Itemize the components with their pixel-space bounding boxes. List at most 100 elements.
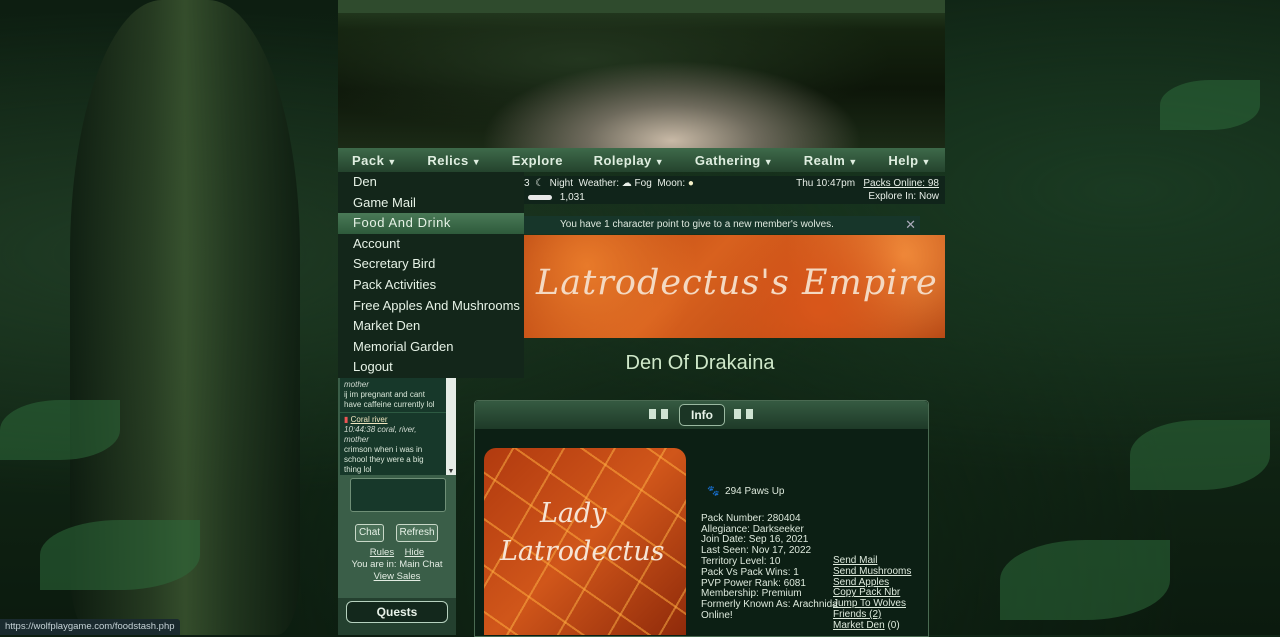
chat-location: You are in: Main Chat xyxy=(351,559,443,570)
action-link-send-mushrooms[interactable]: Send Mushrooms xyxy=(833,566,911,577)
tab-marker-icon xyxy=(734,409,741,419)
chat-message: ▮ Coral river 10:44:38 coral, river, mot… xyxy=(340,413,446,475)
chat-scroll-area[interactable]: mother ij im pregnant and cant have caff… xyxy=(340,378,456,475)
action-link-market-den[interactable]: Market Den xyxy=(833,620,885,631)
chat-input[interactable] xyxy=(350,478,446,512)
hide-link[interactable]: Hide xyxy=(405,547,425,558)
chat-messages: mother ij im pregnant and cant have caff… xyxy=(340,378,446,475)
weather-label: Weather: xyxy=(578,178,619,189)
action-link-jump-to-wolves[interactable]: Jump To Wolves xyxy=(833,598,906,609)
menu-item-secretary-bird[interactable]: Secretary Bird xyxy=(338,254,524,275)
action-link-friends-2[interactable]: Friends (2) xyxy=(833,609,881,620)
nav-item-explore[interactable]: Explore xyxy=(512,153,563,168)
action-link-copy-pack-nbr[interactable]: Copy Pack Nbr xyxy=(833,587,900,598)
chat-button[interactable]: Chat xyxy=(355,524,384,542)
menu-item-free-apples-and-mushrooms[interactable]: Free Apples And Mushrooms xyxy=(338,296,524,317)
time-of-day: Night xyxy=(549,178,574,189)
chat-scrollbar[interactable]: ▼ xyxy=(446,378,456,475)
view-sales-link[interactable]: View Sales xyxy=(374,571,421,582)
menu-item-pack-activities[interactable]: Pack Activities xyxy=(338,275,524,296)
stat-line: Pack Vs Pack Wins: 1 xyxy=(701,566,799,578)
paws-up: 🐾 294 Paws Up xyxy=(701,486,838,498)
main-nav: Pack ▼ Relics ▼ Explore Roleplay ▼ Gathering ▼ Re… xyxy=(338,148,945,172)
bones-count: 1,031 xyxy=(559,192,585,203)
chat-links: Rules Hide You are in: Main Chat View Sa… xyxy=(338,547,456,583)
menu-item-food-and-drink[interactable]: Food And Drink xyxy=(338,213,524,234)
scroll-down-icon[interactable]: ▼ xyxy=(446,468,456,475)
chat-message-text: ij im pregnant and cant have caffeine cu… xyxy=(344,390,435,409)
tab-marker-icon xyxy=(746,409,753,419)
nav-item-label: Realm xyxy=(803,152,846,168)
pack-action-links: Send Mail Send Mushrooms Send Apples Copy P… xyxy=(833,555,911,632)
portrait-text-line1: Lady xyxy=(540,498,607,529)
quests-button[interactable]: Quests xyxy=(346,601,448,623)
background-leaf xyxy=(1160,80,1260,130)
pack-dropdown-menu: Den Game Mail Food And Drink Account Secreta… xyxy=(338,172,524,378)
chevron-down-icon: ▼ xyxy=(848,156,858,167)
menu-item-logout[interactable]: Logout xyxy=(338,357,524,378)
nav-item-label: Help xyxy=(888,152,919,168)
paw-icon: 🐾 xyxy=(707,486,720,497)
close-icon[interactable]: ✕ xyxy=(905,216,916,234)
action-link-row: Market Den (0) xyxy=(833,619,911,632)
action-link-send-mail[interactable]: Send Mail xyxy=(833,555,877,566)
stat-line: Online! xyxy=(701,609,733,621)
nav-item-realm[interactable]: Realm ▼ xyxy=(804,153,858,168)
weather-value: Fog xyxy=(634,178,652,189)
status-prefix: 3 xyxy=(524,178,530,189)
menu-item-market-den[interactable]: Market Den xyxy=(338,316,524,337)
background-leaf xyxy=(1130,420,1270,490)
tab-info[interactable]: Info xyxy=(679,404,725,426)
chevron-down-icon: ▼ xyxy=(387,156,397,167)
clock: Thu 10:47pm xyxy=(796,178,856,189)
page-title: Den Of Drakaina xyxy=(625,352,775,374)
fog-icon: ☁ xyxy=(621,178,632,189)
action-link-count: (0) xyxy=(884,619,900,631)
packs-online-link[interactable]: Packs Online: 98 xyxy=(863,178,939,189)
nav-item-label: Explore xyxy=(511,152,563,168)
rules-link[interactable]: Rules xyxy=(370,547,394,558)
background-leaf xyxy=(1000,540,1170,620)
chevron-down-icon: ▼ xyxy=(471,156,482,167)
full-moon-icon: ● xyxy=(687,178,694,189)
menu-item-memorial-garden[interactable]: Memorial Garden xyxy=(338,337,524,358)
chevron-down-icon: ▼ xyxy=(763,156,774,167)
pack-stats: 🐾 294 Paws Up Pack Number: 280404 Allegia… xyxy=(701,486,838,622)
moon-crescent-icon: ☾ xyxy=(532,178,547,189)
refresh-button[interactable]: Refresh xyxy=(396,524,438,542)
nav-item-relics[interactable]: Relics ▼ xyxy=(427,153,481,168)
action-link-send-apples[interactable]: Send Apples xyxy=(833,577,889,588)
info-panel-header: Info xyxy=(475,401,928,429)
chevron-down-icon: ▼ xyxy=(921,156,931,167)
moon-label: Moon: xyxy=(657,178,686,189)
tab-marker-icon xyxy=(661,409,668,419)
chevron-down-icon: ▼ xyxy=(654,156,665,167)
nav-item-label: Gathering xyxy=(694,152,761,168)
pack-banner: Latrodectus's Empire xyxy=(524,235,945,338)
bone-icon xyxy=(528,194,552,200)
notice-bar: You have 1 character point to give to a … xyxy=(524,216,920,234)
user-badge-icon: ▮ xyxy=(344,415,349,424)
explore-timer: Explore In: Now xyxy=(868,191,939,202)
header-banner-strip xyxy=(338,0,945,13)
nav-item-gathering[interactable]: Gathering ▼ xyxy=(695,153,773,168)
nav-item-help[interactable]: Help ▼ xyxy=(888,153,931,168)
background-leaf xyxy=(40,520,200,590)
menu-item-game-mail[interactable]: Game Mail xyxy=(338,193,524,214)
chat-message-meta: 10:44:38 coral, river, mother xyxy=(344,425,417,444)
status-url: https://wolfplaygame.com/foodstash.php xyxy=(0,619,180,635)
menu-item-account[interactable]: Account xyxy=(338,234,524,255)
tab-marker-icon xyxy=(649,409,656,419)
menu-item-den[interactable]: Den xyxy=(338,172,524,193)
paws-up-count: 294 Paws Up xyxy=(725,486,785,497)
status-bar: 3 ☾ Night Weather: ☁ Fog Moon: ● 1,031 T… xyxy=(524,176,945,204)
nav-item-roleplay[interactable]: Roleplay ▼ xyxy=(594,153,665,168)
nav-item-label: Relics xyxy=(427,152,469,168)
nav-item-label: Pack xyxy=(352,152,385,168)
chat-user-link[interactable]: Coral river xyxy=(351,415,388,424)
background-leaf xyxy=(0,400,120,460)
nav-item-pack[interactable]: Pack ▼ xyxy=(352,153,397,168)
chat-message-text: crimson when i was in school they were a… xyxy=(344,445,424,474)
nav-item-label: Roleplay xyxy=(593,152,652,168)
chat-message-meta: mother xyxy=(344,380,369,389)
